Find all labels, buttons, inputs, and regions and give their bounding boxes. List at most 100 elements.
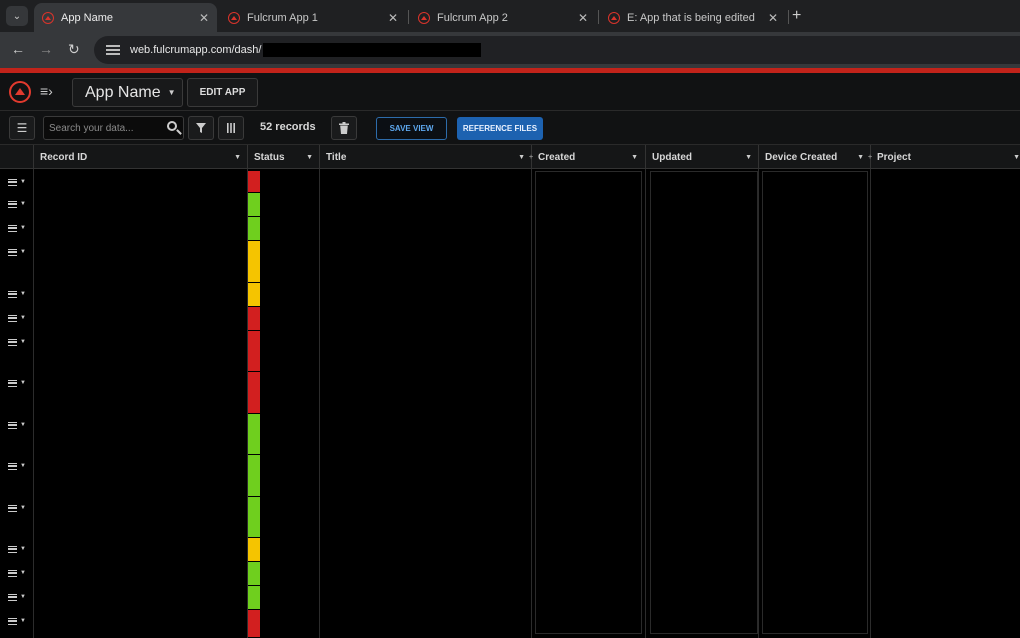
tab-label: Fulcrum App 1 [247, 11, 318, 24]
status-color-cell[interactable] [248, 562, 260, 585]
status-color-cell[interactable] [248, 283, 260, 306]
list-view-icon[interactable]: ☰ [9, 116, 35, 140]
back-arrow-icon[interactable]: ← [11, 41, 25, 57]
hamburger-icon [8, 569, 17, 577]
column-label: Record ID [40, 151, 88, 163]
column-header-updated[interactable]: Updated ▼ [645, 145, 758, 169]
row-menu-button[interactable]: ▼ [0, 172, 32, 192]
row-menu-button[interactable]: ▼ [0, 611, 32, 631]
status-color-cell[interactable] [248, 171, 260, 192]
status-color-cell[interactable] [248, 331, 260, 371]
resize-handle-icon[interactable]: + [529, 154, 533, 161]
close-icon[interactable]: ✕ [768, 11, 778, 25]
close-icon[interactable]: ✕ [199, 11, 209, 25]
column-divider [870, 169, 871, 638]
caret-down-icon[interactable]: ▼ [857, 154, 864, 161]
row-menu-button[interactable]: ▼ [0, 373, 32, 393]
app-name-dropdown[interactable]: App Name ▼ [72, 78, 183, 107]
row-menu-button[interactable]: ▼ [0, 415, 32, 435]
reload-icon[interactable]: ↻ [68, 41, 80, 58]
search-input[interactable] [44, 122, 162, 134]
row-menu-button[interactable]: ▼ [0, 563, 32, 583]
caret-down-icon: ▼ [20, 339, 26, 345]
edit-app-button[interactable]: EDIT APP [187, 78, 258, 107]
status-color-cell[interactable] [248, 307, 260, 330]
browser-tab-edited-app[interactable]: E: App that is being edited ✕ [600, 3, 786, 32]
status-color-cell[interactable] [248, 193, 260, 216]
caret-down-icon[interactable]: ▼ [306, 154, 313, 161]
status-color-cell[interactable] [248, 372, 260, 413]
caret-down-icon: ▼ [20, 505, 26, 511]
status-color-cell[interactable] [248, 497, 260, 537]
row-menu-button[interactable]: ▼ [0, 284, 32, 304]
address-bar[interactable]: web.fulcrumapp.com/dash/ [94, 36, 1020, 64]
column-header-title[interactable]: Title ▼ [319, 145, 531, 169]
status-color-cell[interactable] [248, 455, 260, 496]
status-color-cell[interactable] [248, 610, 260, 637]
column-header-status[interactable]: Status ▼ [247, 145, 319, 169]
caret-down-icon: ▼ [20, 249, 26, 255]
search-box [43, 116, 184, 140]
hamburger-icon [8, 314, 17, 322]
column-divider [33, 169, 34, 638]
column-panel-created [535, 171, 642, 634]
hamburger-icon [8, 224, 17, 232]
filter-icon[interactable] [188, 116, 214, 140]
browser-tab-app-name[interactable]: App Name ✕ [34, 3, 217, 32]
browser-tab-fulcrum-app-2[interactable]: Fulcrum App 2 ✕ [410, 3, 596, 32]
column-label: Status [254, 151, 285, 163]
fulcrum-logo-icon[interactable] [9, 81, 31, 103]
hamburger-icon [8, 338, 17, 346]
sidebar-toggle-icon[interactable]: ≡› [40, 83, 53, 99]
fulcrum-favicon-icon [418, 11, 430, 24]
column-divider [531, 169, 532, 638]
caret-down-icon: ▼ [20, 594, 26, 600]
browser-tab-fulcrum-app-1[interactable]: Fulcrum App 1 ✕ [220, 3, 406, 32]
column-divider [319, 169, 320, 638]
row-menu-button[interactable]: ▼ [0, 194, 32, 214]
hamburger-icon [8, 617, 17, 625]
status-color-cell[interactable] [248, 241, 260, 282]
row-menu-button[interactable]: ▼ [0, 332, 32, 352]
tab-label: E: App that is being edited [627, 11, 755, 24]
site-settings-icon[interactable] [106, 45, 120, 55]
column-header-created[interactable]: + Created ▼ [529, 145, 644, 169]
column-header-project[interactable]: + Project ▼ [868, 145, 1020, 169]
close-icon[interactable]: ✕ [578, 11, 588, 25]
row-menu-button[interactable]: ▼ [0, 308, 32, 328]
hamburger-icon [8, 462, 17, 470]
plus-icon[interactable]: + [792, 8, 801, 24]
save-view-button[interactable]: SAVE VIEW [376, 117, 447, 140]
resize-handle-icon[interactable]: + [868, 154, 872, 161]
caret-down-icon[interactable]: ▼ [631, 154, 638, 161]
caret-down-icon[interactable]: ▼ [518, 154, 525, 161]
row-menu-button[interactable]: ▼ [0, 498, 32, 518]
status-color-cell[interactable] [248, 586, 260, 609]
tab-search-chevron-icon[interactable]: ⌄ [6, 6, 28, 26]
columns-icon[interactable] [218, 116, 244, 140]
column-header-record-id[interactable]: Record ID ▼ [33, 145, 247, 169]
caret-down-icon: ▼ [20, 463, 26, 469]
row-menu-button[interactable]: ▼ [0, 587, 32, 607]
caret-down-icon[interactable]: ▼ [234, 154, 241, 161]
row-menu-button[interactable]: ▼ [0, 539, 32, 559]
close-icon[interactable]: ✕ [388, 11, 398, 25]
caret-down-icon: ▼ [20, 201, 26, 207]
status-color-cell[interactable] [248, 414, 260, 454]
reference-files-button[interactable]: REFERENCE FILES [457, 117, 543, 140]
redacted-url-segment [263, 43, 482, 57]
forward-arrow-icon[interactable]: → [39, 41, 53, 57]
status-color-cell[interactable] [248, 217, 260, 240]
column-header-device-created[interactable]: Device Created ▼ [758, 145, 870, 169]
caret-down-icon[interactable]: ▼ [745, 154, 752, 161]
caret-down-icon: ▼ [20, 291, 26, 297]
row-menu-button[interactable]: ▼ [0, 218, 32, 238]
column-label: Project [877, 151, 911, 163]
trash-icon[interactable] [331, 116, 357, 140]
caret-down-icon: ▼ [20, 380, 26, 386]
row-menu-button[interactable]: ▼ [0, 242, 32, 262]
row-menu-button[interactable]: ▼ [0, 456, 32, 476]
status-color-cell[interactable] [248, 538, 260, 561]
caret-down-icon[interactable]: ▼ [1013, 154, 1020, 161]
search-icon[interactable] [167, 121, 177, 131]
